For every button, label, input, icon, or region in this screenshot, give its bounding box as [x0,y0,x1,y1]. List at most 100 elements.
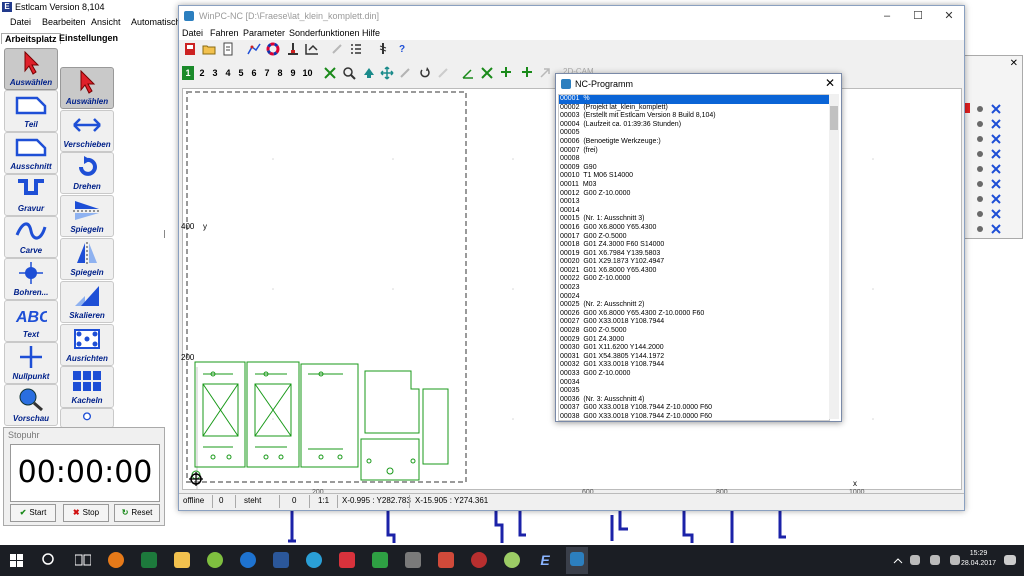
nc-program-line[interactable]: 00011 M03 [559,181,829,190]
panel-close-icon[interactable]: ✕ [1010,58,1018,69]
nc-program-line[interactable]: 00001 % [559,95,829,104]
list-icon[interactable] [348,42,364,58]
nc-program-line[interactable]: 00014 [559,207,829,216]
tool-number-6[interactable]: 6 [248,66,260,80]
color-wheel-icon[interactable] [265,42,281,58]
nc-program-line[interactable]: 00021 G01 X6.8000 Y65.4300 [559,267,829,276]
tool-number-5[interactable]: 5 [235,66,247,80]
nc-program-line[interactable]: 00002 (Projekt lat_klein_komplett) [559,104,829,113]
stopwatch-stop-button[interactable]: ✖ Stop [63,504,109,522]
menu-fahren[interactable]: Fahren [210,28,239,38]
nc-program-line[interactable]: 00036 (Nr. 3: Ausschnitt 4) [559,396,829,405]
nc-program-line[interactable]: 00024 [559,293,829,302]
tool-vorschau[interactable]: Vorschau [4,384,58,426]
nc-program-line[interactable]: 00029 G01 Z4.3000 [559,336,829,345]
scroll-thumb[interactable] [830,106,838,130]
nc-program-scrollbar[interactable] [829,94,839,419]
minimize-button[interactable]: – [873,9,901,23]
nc-program-line[interactable]: 00005 [559,129,829,138]
tool-number-3[interactable]: 3 [209,66,221,80]
nc-program-line[interactable]: 00033 G00 Z-10.0000 [559,370,829,379]
open-folder-icon[interactable] [201,42,217,58]
tool-carve[interactable]: Carve [4,216,58,258]
file-explorer-icon[interactable] [174,552,190,568]
graph-icon[interactable] [246,42,262,58]
tool-teil[interactable]: Teil [4,90,58,132]
nc-program-line[interactable]: 00004 (Laufzeit ca. 01:39:36 Stunden) [559,121,829,130]
tool-skalieren[interactable]: Skalieren [60,281,114,323]
arrow-diag-icon[interactable] [537,66,553,82]
edge-icon[interactable] [240,552,256,568]
nc-program-line[interactable]: 00010 T1 M06 S14000 [559,172,829,181]
task-view-icon[interactable] [75,554,91,566]
tool-icon[interactable] [397,66,413,82]
tray-network-icon[interactable] [910,555,920,565]
nc-program-line[interactable]: 00028 G00 Z-0.5000 [559,327,829,336]
tray-icon-2[interactable] [930,555,940,565]
tool-ausschnitt[interactable]: Ausschnitt [4,132,58,174]
blue-app-icon[interactable] [306,552,322,568]
tray-volume-icon[interactable] [950,555,960,565]
tool-spiegeln-v[interactable]: Spiegeln [60,238,114,280]
green-app-icon[interactable] [207,552,223,568]
gray-app-icon[interactable] [405,552,421,568]
lime-app-icon[interactable] [504,552,520,568]
arrow-up-icon[interactable] [361,66,377,82]
tool-number-7[interactable]: 7 [261,66,273,80]
nc-program-line[interactable]: 00006 (Benoetigte Werkzeuge:) [559,138,829,147]
nc-program-line[interactable]: 00016 G00 X6.8000 Y65.4300 [559,224,829,233]
tool-verschieben[interactable]: Verschieben [60,110,114,152]
tool-auswaehlen-2[interactable]: Auswählen [60,67,114,109]
edit-icon[interactable] [329,42,345,58]
nc-program-line[interactable]: 00003 (Erstellt mit Estlcam Version 8 Bu… [559,112,829,121]
tool-bohren[interactable]: Bohren... [4,258,58,300]
search-icon[interactable] [42,553,56,567]
tool-ausrichten[interactable]: Ausrichten [60,324,114,366]
taskbar-clock[interactable]: 15:29 28.04.2017 [961,549,996,569]
tool-text[interactable]: ABC Text [4,300,58,342]
nc-program-line[interactable]: 00018 G01 Z4.3000 F60 S14000 [559,241,829,250]
nc-program-line[interactable]: 00038 G00 X33.0018 Y108.7944 Z-10.0000 F… [559,413,829,420]
nc-program-line[interactable]: 00013 [559,198,829,207]
stopwatch-reset-button[interactable]: ↻ Reset [114,504,160,522]
reference-icon[interactable] [285,42,301,58]
tool-change-icon[interactable] [375,42,391,58]
nc-program-line[interactable]: 00032 G01 X33.0018 Y108.7944 [559,361,829,370]
tool-number-9[interactable]: 9 [287,66,299,80]
menu-parameter[interactable]: Parameter [243,28,285,38]
tool-number-2[interactable]: 2 [196,66,208,80]
nc-program-line[interactable]: 00027 G00 X33.0018 Y108.7944 [559,318,829,327]
estlcam-menu-datei[interactable]: Datei [10,17,31,27]
nc-program-line[interactable]: 00007 (frei) [559,147,829,156]
zoom-fit-icon[interactable] [322,66,338,82]
windows-start-icon[interactable] [10,554,24,568]
nc-program-close-icon[interactable]: ✕ [825,76,835,90]
green-app-2-icon[interactable] [372,552,388,568]
tab-arbeitsplatz[interactable]: Arbeitsplatz [1,33,61,44]
nc-program-line[interactable]: 00035 [559,387,829,396]
tool-spiegeln-h[interactable]: Spiegeln [60,195,114,237]
tool-nullpunkt[interactable]: Nullpunkt [4,342,58,384]
tool-kacheln[interactable]: Kacheln [60,366,114,408]
rotate-degrees-icon[interactable] [460,66,476,82]
nc-program-line[interactable]: 00034 [559,379,829,388]
nc-program-line[interactable]: 00012 G00 Z-10.0000 [559,190,829,199]
stopwatch-start-button[interactable]: ✔ Start [10,504,56,522]
tool-number-4[interactable]: 4 [222,66,234,80]
red-round-app-icon[interactable] [471,552,487,568]
pan-arrows-icon[interactable] [379,66,395,82]
mirror-x-icon[interactable] [479,66,495,82]
nc-program-line[interactable]: 00022 G00 Z-10.0000 [559,275,829,284]
nc-program-line[interactable]: 00008 [559,155,829,164]
notification-icon[interactable] [1004,555,1016,565]
red-app-icon[interactable] [339,552,355,568]
estlcam-menu-automatisch[interactable]: Automatisch [131,17,181,27]
exit-icon[interactable] [182,42,198,58]
document-icon[interactable] [220,42,236,58]
nc-program-line[interactable]: 00020 G01 X29.1873 Y102.4947 [559,258,829,267]
tool-gravur[interactable]: Gravur [4,174,58,216]
close-button[interactable]: ✕ [935,9,963,23]
nc-program-line[interactable]: 00025 (Nr. 2: Ausschnitt 2) [559,301,829,310]
tool-more[interactable] [60,408,114,428]
jog-icon[interactable] [304,42,320,58]
